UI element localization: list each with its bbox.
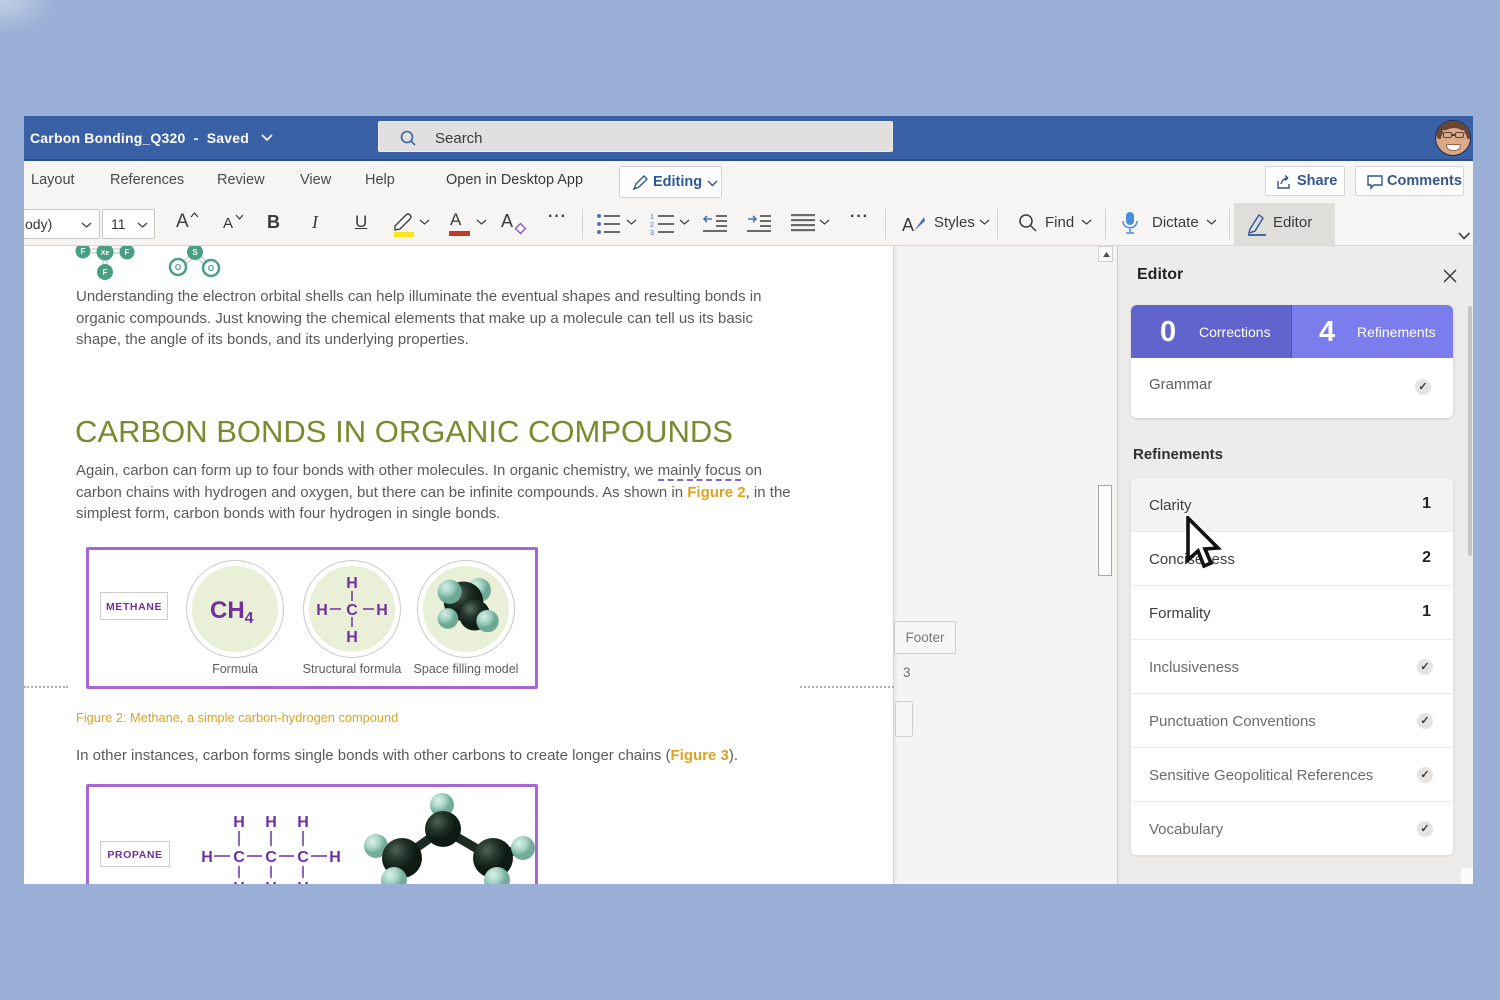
- svg-text:H: H: [265, 880, 277, 884]
- svg-text:1: 1: [650, 214, 654, 221]
- svg-text:C: C: [233, 849, 245, 866]
- svg-text:H: H: [316, 602, 328, 619]
- svg-text:H: H: [329, 849, 341, 866]
- svg-text:2: 2: [650, 222, 654, 229]
- svg-text:H: H: [233, 814, 245, 831]
- svg-text:F: F: [125, 248, 130, 257]
- svg-text:A: A: [902, 215, 914, 235]
- svg-text:3: 3: [650, 230, 654, 235]
- svg-text:O: O: [175, 263, 181, 272]
- svg-text:F: F: [81, 247, 86, 256]
- svg-text:C: C: [265, 849, 277, 866]
- svg-text:H: H: [201, 849, 213, 866]
- svg-text:C: C: [346, 602, 358, 619]
- svg-text:H: H: [346, 629, 358, 646]
- svg-text:H: H: [346, 575, 358, 592]
- svg-text:H: H: [376, 602, 388, 619]
- svg-text:H: H: [297, 814, 309, 831]
- svg-text:F: F: [103, 268, 108, 277]
- svg-text:Xe: Xe: [101, 250, 110, 257]
- svg-text:H: H: [233, 880, 245, 884]
- svg-text:S: S: [192, 248, 198, 257]
- svg-text:O: O: [208, 264, 214, 273]
- svg-text:H: H: [297, 880, 309, 884]
- svg-text:H: H: [265, 814, 277, 831]
- svg-text:C: C: [297, 849, 309, 866]
